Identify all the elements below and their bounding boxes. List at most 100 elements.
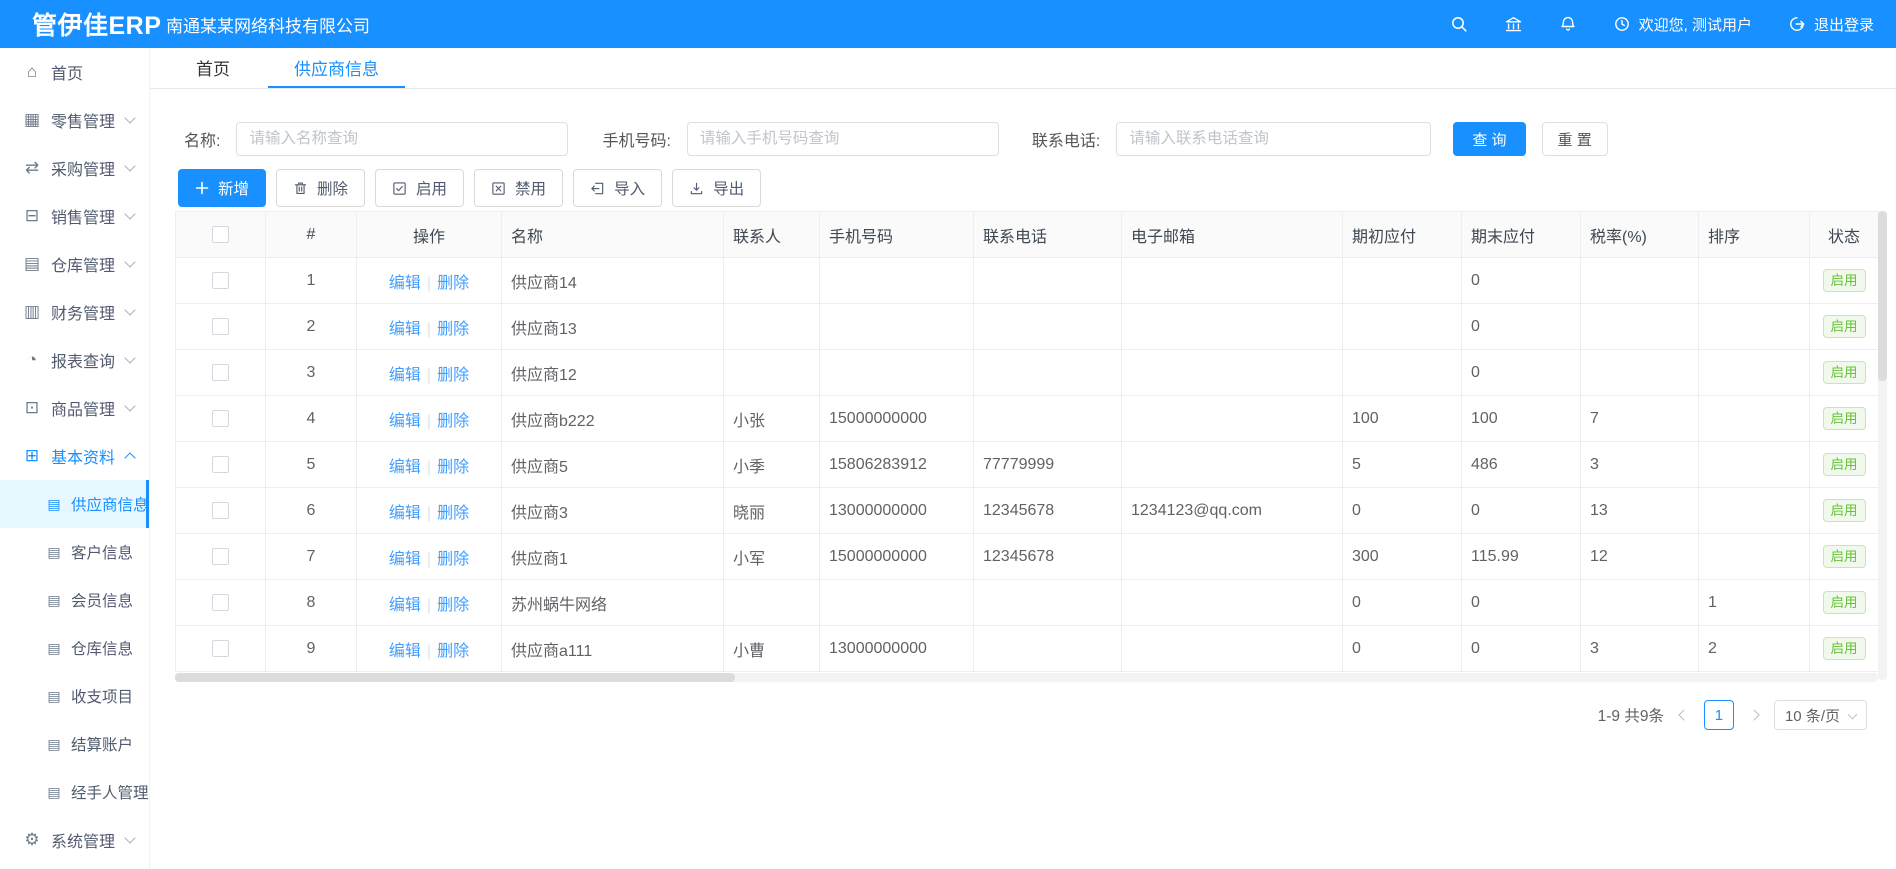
sidebar-item-settlement-account[interactable]: ▤ 结算账户 (0, 720, 149, 768)
phone-filter-input[interactable] (687, 122, 999, 156)
edit-link[interactable]: 编辑 (389, 321, 421, 338)
row-checkbox[interactable] (212, 502, 229, 519)
col-actions: 操作 (357, 212, 502, 258)
trash-icon (293, 181, 308, 196)
cell-contact (724, 580, 820, 626)
doc-icon: ▤ (45, 544, 63, 561)
sidebar-item-basic-data[interactable]: ⊞ 基本资料 (0, 432, 149, 480)
edit-link[interactable]: 编辑 (389, 551, 421, 568)
cell-name: 供应商12 (502, 350, 724, 396)
delete-link[interactable]: 删除 (437, 459, 469, 476)
status-badge: 启用 (1823, 361, 1866, 384)
delete-link[interactable]: 删除 (437, 321, 469, 338)
status-badge: 启用 (1823, 637, 1866, 660)
status-badge: 启用 (1823, 545, 1866, 568)
import-button[interactable]: 导入 (573, 169, 662, 207)
select-all-checkbox[interactable] (212, 226, 229, 243)
row-checkbox[interactable] (212, 364, 229, 381)
logout-button[interactable]: 退出登录 (1788, 14, 1874, 35)
sidebar-label: 零售管理 (51, 108, 115, 132)
col-tel: 联系电话 (974, 212, 1122, 258)
delete-button[interactable]: 删除 (276, 169, 365, 207)
add-button-label: 新增 (218, 177, 249, 199)
vertical-scrollbar[interactable] (1878, 211, 1887, 680)
col-phone: 手机号码 (820, 212, 974, 258)
import-button-label: 导入 (614, 177, 645, 199)
scrollbar-thumb[interactable] (1878, 211, 1887, 381)
cell-name: 供应商5 (502, 442, 724, 488)
cell-name: 苏州蜗牛网络 (502, 580, 724, 626)
edit-link[interactable]: 编辑 (389, 597, 421, 614)
edit-link[interactable]: 编辑 (389, 413, 421, 430)
delete-link[interactable]: 删除 (437, 275, 469, 292)
prev-page-button[interactable] (1678, 711, 1690, 719)
row-checkbox[interactable] (212, 548, 229, 565)
delete-link[interactable]: 删除 (437, 643, 469, 660)
row-checkbox[interactable] (212, 410, 229, 427)
page-size-select[interactable]: 10 条/页 (1774, 700, 1867, 730)
sidebar-item-supplier-info[interactable]: ▤ 供应商信息 (0, 480, 149, 528)
sidebar-item-purchase[interactable]: ⇄ 采购管理 (0, 144, 149, 192)
cell-actions: 编辑|删除 (357, 626, 502, 672)
bell-icon[interactable] (1559, 15, 1577, 33)
add-button[interactable]: 新增 (178, 169, 266, 207)
sidebar-item-handler-mgmt[interactable]: ▤ 经手人管理 (0, 768, 149, 816)
cell-contact: 小张 (724, 396, 820, 442)
edit-link[interactable]: 编辑 (389, 505, 421, 522)
row-checkbox[interactable] (212, 272, 229, 289)
name-filter-input[interactable] (236, 122, 568, 156)
cell-tax: 12 (1581, 534, 1699, 580)
sidebar-label: 仓库信息 (71, 637, 133, 659)
cell-actions: 编辑|删除 (357, 350, 502, 396)
delete-link[interactable]: 删除 (437, 597, 469, 614)
row-checkbox[interactable] (212, 640, 229, 657)
horizontal-scrollbar[interactable] (175, 673, 1878, 682)
sidebar-item-system[interactable]: ⚙ 系统管理 (0, 816, 149, 864)
search-icon[interactable] (1450, 15, 1468, 33)
sidebar-item-finance[interactable]: ▥ 财务管理 (0, 288, 149, 336)
disable-button[interactable]: 禁用 (474, 169, 563, 207)
cell-sort (1699, 442, 1810, 488)
sidebar-item-income-expense[interactable]: ▤ 收支项目 (0, 672, 149, 720)
delete-link[interactable]: 删除 (437, 367, 469, 384)
sidebar-item-member-info[interactable]: ▤ 会员信息 (0, 576, 149, 624)
row-checkbox[interactable] (212, 456, 229, 473)
edit-link[interactable]: 编辑 (389, 367, 421, 384)
reset-button[interactable]: 重 置 (1542, 122, 1608, 156)
sidebar-label: 结算账户 (71, 733, 133, 755)
sidebar-item-home[interactable]: ⌂ 首页 (0, 48, 149, 96)
edit-link[interactable]: 编辑 (389, 459, 421, 476)
search-button[interactable]: 查 询 (1453, 122, 1525, 156)
delete-link[interactable]: 删除 (437, 505, 469, 522)
user-welcome[interactable]: 欢迎您, 测试用户 (1613, 14, 1752, 35)
page-number-button[interactable]: 1 (1704, 700, 1734, 730)
cell-index: 7 (266, 534, 357, 580)
sidebar-item-customer-info[interactable]: ▤ 客户信息 (0, 528, 149, 576)
enable-button[interactable]: 启用 (375, 169, 464, 207)
next-page-button[interactable] (1748, 711, 1760, 719)
delete-link[interactable]: 删除 (437, 551, 469, 568)
sidebar-item-sales[interactable]: ⊟ 销售管理 (0, 192, 149, 240)
sidebar-item-warehouse[interactable]: ▤ 仓库管理 (0, 240, 149, 288)
edit-link[interactable]: 编辑 (389, 275, 421, 292)
export-button[interactable]: 导出 (672, 169, 761, 207)
cell-name: 供应商13 (502, 304, 724, 350)
sidebar-item-reports[interactable]: ◔ 报表查询 (0, 336, 149, 384)
tab-home[interactable]: 首页 (194, 48, 232, 88)
sidebar-item-goods[interactable]: ⊡ 商品管理 (0, 384, 149, 432)
bank-icon[interactable] (1504, 15, 1523, 33)
tel-filter-input[interactable] (1116, 122, 1431, 156)
row-checkbox[interactable] (212, 594, 229, 611)
edit-link[interactable]: 编辑 (389, 643, 421, 660)
cell-tax: 13 (1581, 488, 1699, 534)
table-row: 5 编辑|删除 供应商5 小季 15806283912 77779999 5 4… (176, 442, 1879, 488)
scrollbar-thumb[interactable] (175, 673, 735, 682)
cell-begin: 300 (1343, 534, 1462, 580)
row-checkbox[interactable] (212, 318, 229, 335)
tab-supplier-info[interactable]: 供应商信息 (268, 48, 405, 88)
delete-link[interactable]: 删除 (437, 413, 469, 430)
sidebar-label: 会员信息 (71, 589, 133, 611)
sidebar-item-warehouse-info[interactable]: ▤ 仓库信息 (0, 624, 149, 672)
sidebar-item-retail[interactable]: ▦ 零售管理 (0, 96, 149, 144)
table-row: 2 编辑|删除 供应商13 0 启用 (176, 304, 1879, 350)
